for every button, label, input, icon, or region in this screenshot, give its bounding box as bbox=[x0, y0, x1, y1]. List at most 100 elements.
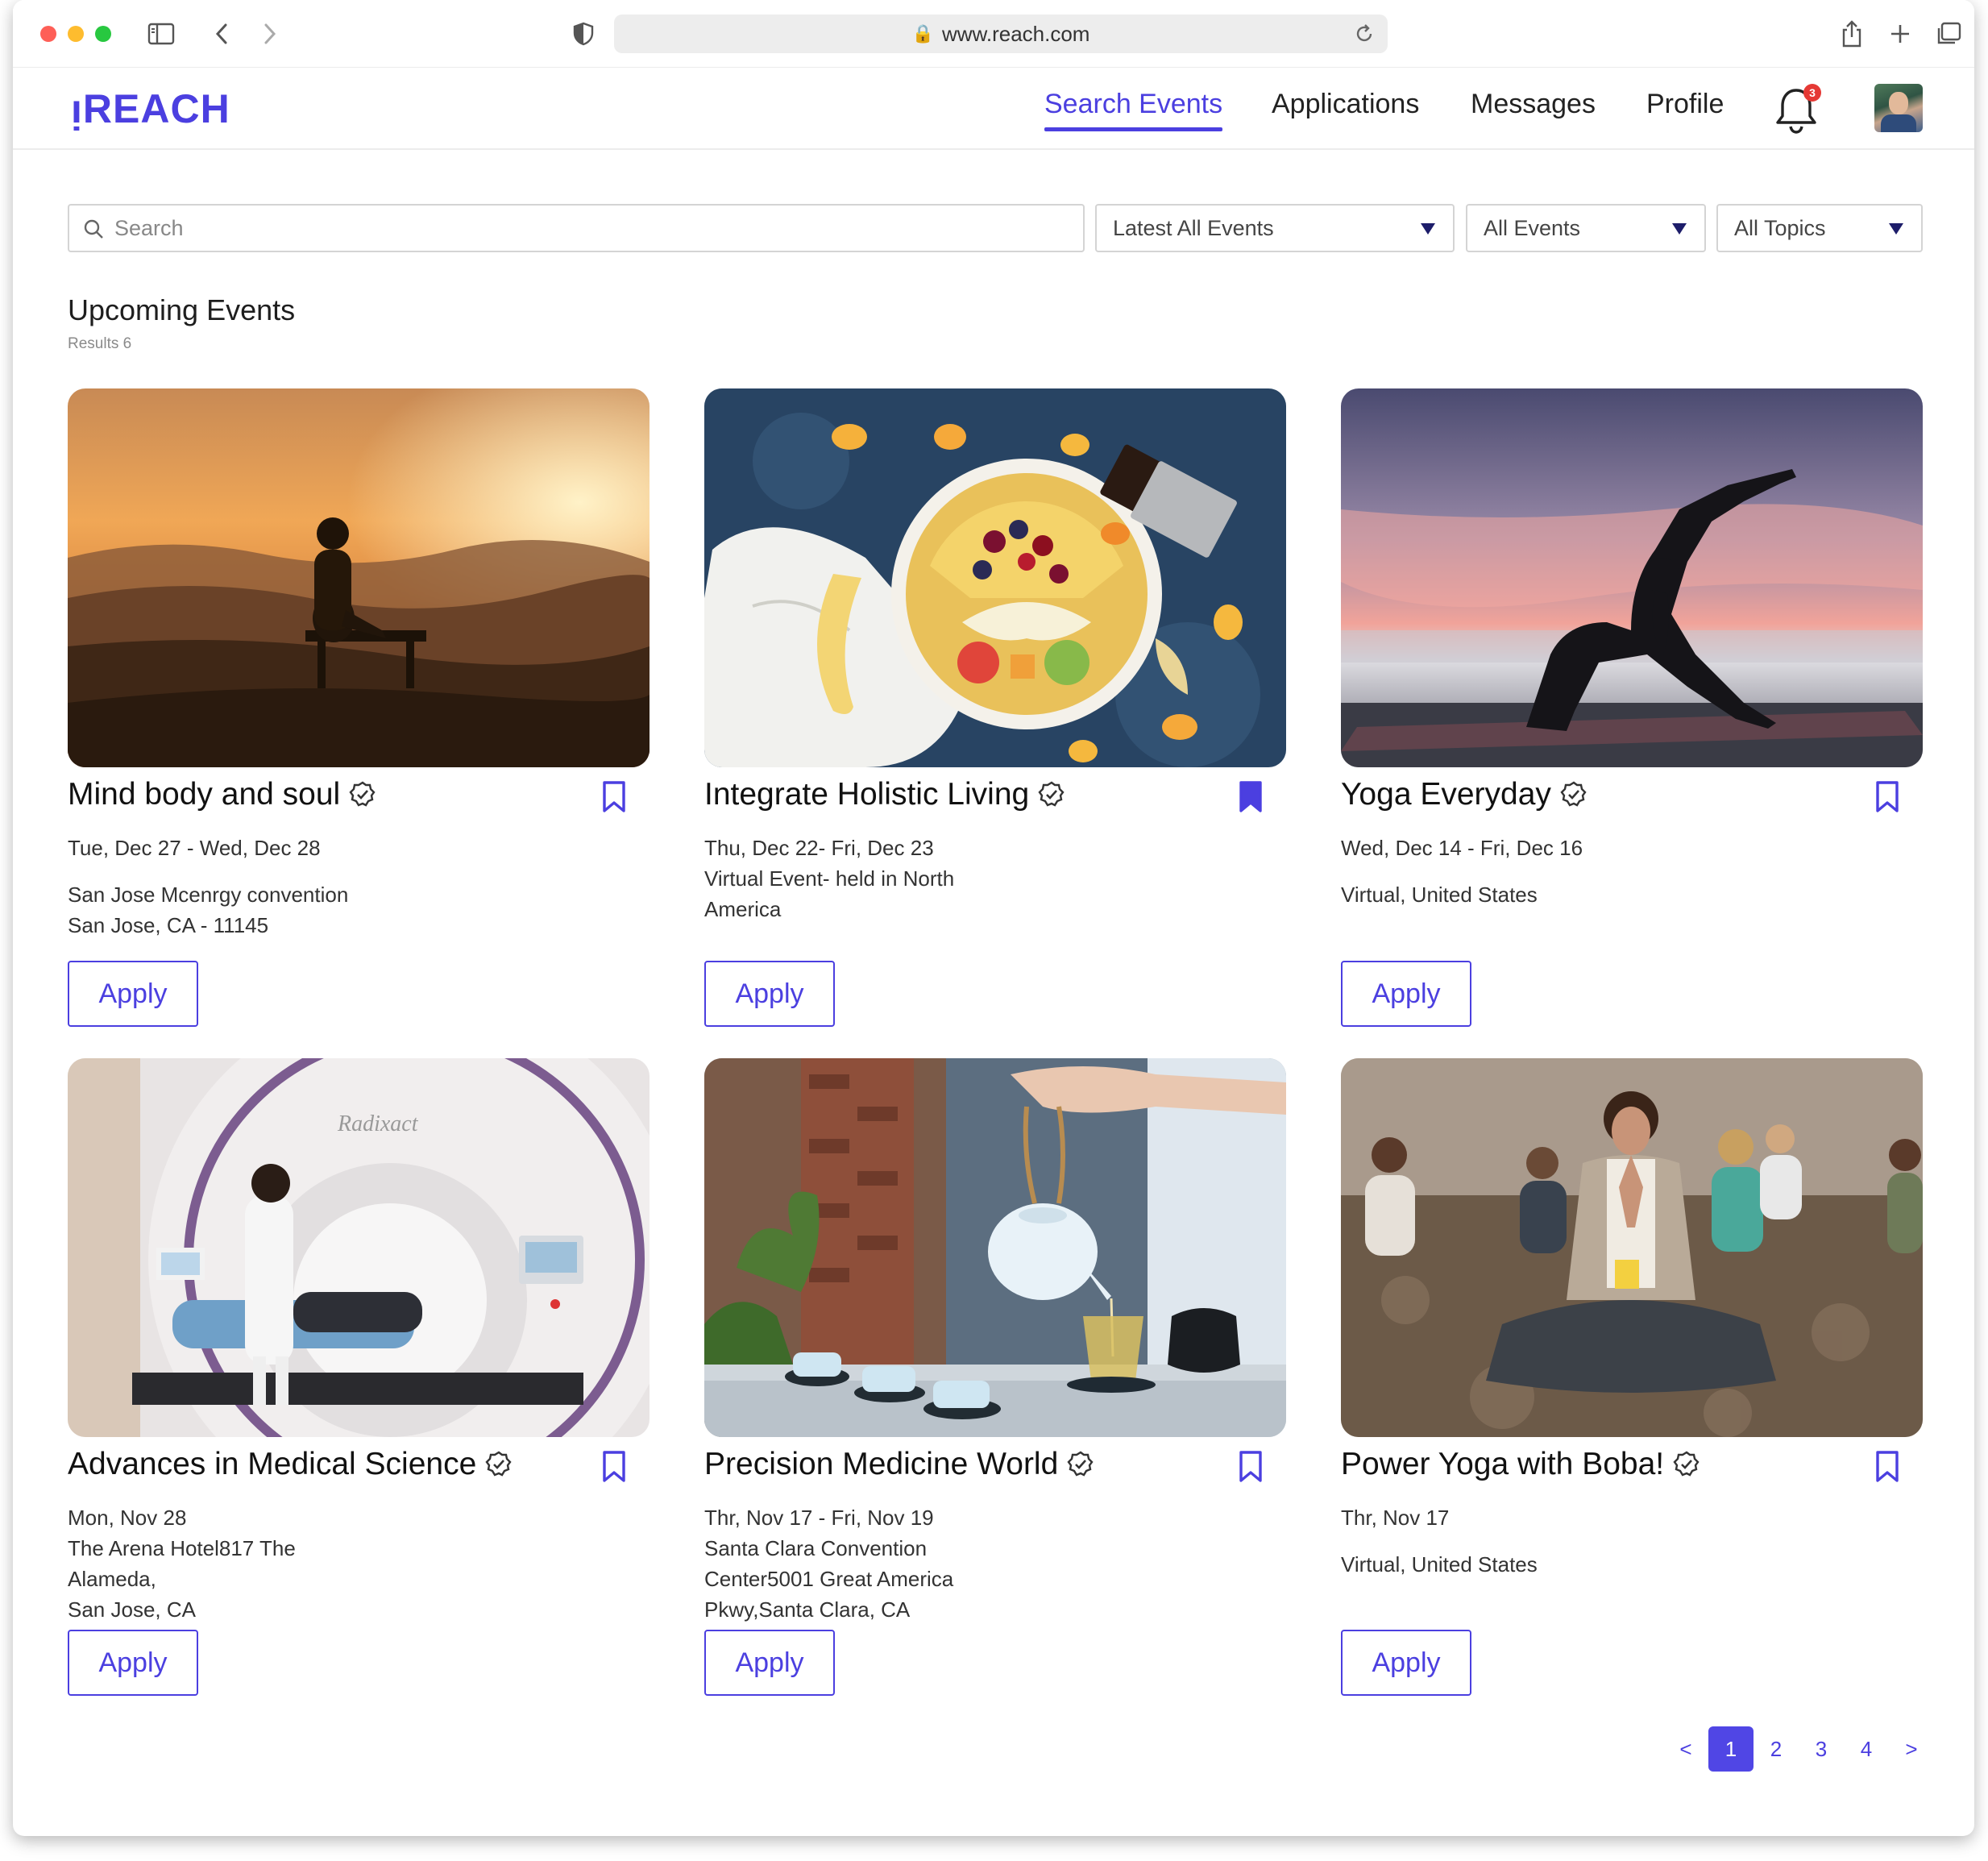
event-type-select[interactable]: All Events bbox=[1466, 204, 1706, 252]
event-dates: Tue, Dec 27 - Wed, Dec 28 bbox=[68, 836, 321, 860]
event-card: Yoga Everyday Wed, Dec 14 - Fri, Dec 16 … bbox=[1341, 388, 1923, 1049]
notification-badge: 3 bbox=[1803, 84, 1821, 102]
chevron-down-icon bbox=[1672, 223, 1687, 235]
event-title-text: Precision Medicine World bbox=[704, 1447, 1059, 1481]
event-title[interactable]: Mind body and soul bbox=[68, 777, 377, 812]
event-image-medical-scanner[interactable]: Radixact bbox=[68, 1058, 650, 1437]
apply-button[interactable]: Apply bbox=[1341, 1630, 1471, 1696]
browser-window: 🔒 www.reach.com ᴉREACH Search Events App… bbox=[13, 0, 1974, 1836]
event-image-group-meditation[interactable] bbox=[1341, 1058, 1923, 1437]
search-input[interactable]: Search bbox=[68, 204, 1085, 252]
event-title[interactable]: Precision Medicine World bbox=[704, 1447, 1095, 1482]
event-location-line: Center5001 Great America bbox=[704, 1567, 954, 1591]
bookmark-icon[interactable] bbox=[601, 780, 627, 814]
event-title[interactable]: Integrate Holistic Living bbox=[704, 777, 1066, 812]
event-location-line: Virtual, United States bbox=[1341, 1552, 1538, 1576]
event-location-line: The Arena Hotel817 The bbox=[68, 1536, 296, 1560]
apply-button[interactable]: Apply bbox=[704, 961, 835, 1027]
event-card: Precision Medicine World Thr, Nov 17 - F… bbox=[704, 1058, 1286, 1719]
forward-arrow-icon[interactable] bbox=[258, 18, 282, 50]
section-title: Upcoming Events bbox=[68, 293, 296, 326]
bookmark-icon[interactable] bbox=[1874, 1450, 1900, 1484]
event-dates: Wed, Dec 14 - Fri, Dec 16 bbox=[1341, 836, 1583, 860]
event-title[interactable]: Power Yoga with Boba! bbox=[1341, 1447, 1701, 1482]
event-location-line: San Jose Mcenrgy convention bbox=[68, 883, 349, 907]
event-location-line: Pkwy,Santa Clara, CA bbox=[704, 1597, 911, 1622]
apply-button[interactable]: Apply bbox=[68, 961, 198, 1027]
event-title-text: Integrate Holistic Living bbox=[704, 777, 1030, 812]
event-location-line: Virtual Event- held in North bbox=[704, 866, 955, 891]
event-card: Integrate Holistic Living Thu, Dec 22- F… bbox=[704, 388, 1286, 1049]
chevron-down-icon bbox=[1889, 223, 1903, 235]
pagination-page-2[interactable]: 2 bbox=[1754, 1726, 1799, 1772]
event-image-fruit-bowl[interactable] bbox=[704, 388, 1286, 767]
event-location-line: San Jose, CA bbox=[68, 1597, 196, 1622]
topic-select[interactable]: All Topics bbox=[1716, 204, 1923, 252]
results-count: Results 6 bbox=[68, 335, 132, 352]
event-location-line: Virtual, United States bbox=[1341, 883, 1538, 907]
event-location-line: America bbox=[704, 897, 782, 921]
verified-badge-icon bbox=[1560, 781, 1587, 807]
apply-button[interactable]: Apply bbox=[1341, 961, 1471, 1027]
event-title-text: Advances in Medical Science bbox=[68, 1447, 477, 1481]
privacy-shield-icon[interactable] bbox=[569, 18, 598, 50]
event-dates: Thr, Nov 17 - Fri, Nov 19 bbox=[704, 1506, 934, 1530]
topic-select-value: All Topics bbox=[1734, 215, 1826, 240]
nav-search-events[interactable]: Search Events bbox=[1044, 89, 1223, 131]
browser-toolbar: 🔒 www.reach.com bbox=[13, 0, 1974, 68]
sidebar-toggle-icon[interactable] bbox=[145, 18, 177, 50]
event-image-yoga-silhouette[interactable] bbox=[1341, 388, 1923, 767]
share-icon[interactable] bbox=[1837, 18, 1866, 50]
event-location-line: San Jose, CA - 11145 bbox=[68, 913, 269, 937]
new-tab-icon[interactable] bbox=[1886, 18, 1915, 50]
event-image-tea-pouring[interactable] bbox=[704, 1058, 1286, 1437]
app-header: ᴉREACH Search Events Applications Messag… bbox=[13, 68, 1974, 150]
event-image-sunset-meditation[interactable] bbox=[68, 388, 650, 767]
nav-applications[interactable]: Applications bbox=[1272, 89, 1419, 120]
back-arrow-icon[interactable] bbox=[210, 18, 234, 50]
bookmark-filled-icon[interactable] bbox=[1238, 780, 1264, 814]
verified-badge-icon bbox=[1038, 781, 1065, 807]
sort-select-value: Latest All Events bbox=[1113, 215, 1274, 240]
tab-overview-icon[interactable] bbox=[1934, 18, 1963, 50]
pagination-page-4[interactable]: 4 bbox=[1844, 1726, 1889, 1772]
sort-select[interactable]: Latest All Events bbox=[1095, 204, 1455, 252]
event-dates: Thr, Nov 17 bbox=[1341, 1506, 1450, 1530]
event-title[interactable]: Advances in Medical Science bbox=[68, 1447, 513, 1482]
bookmark-icon[interactable] bbox=[1874, 780, 1900, 814]
url-text: www.reach.com bbox=[941, 21, 1090, 46]
pagination-page-3[interactable]: 3 bbox=[1799, 1726, 1844, 1772]
nav-profile[interactable]: Profile bbox=[1646, 89, 1724, 120]
event-dates: Mon, Nov 28 bbox=[68, 1506, 187, 1530]
event-card: Power Yoga with Boba! Thr, Nov 17 Virtua… bbox=[1341, 1058, 1923, 1719]
reload-icon[interactable] bbox=[1354, 23, 1375, 51]
apply-button[interactable]: Apply bbox=[68, 1630, 198, 1696]
verified-badge-icon bbox=[485, 1451, 512, 1477]
verified-badge-icon bbox=[349, 781, 376, 807]
chevron-down-icon bbox=[1421, 223, 1435, 235]
apply-button[interactable]: Apply bbox=[704, 1630, 835, 1696]
reach-logo[interactable]: ᴉREACH bbox=[71, 85, 230, 132]
event-title-text: Power Yoga with Boba! bbox=[1341, 1447, 1665, 1481]
pagination-page-1[interactable]: 1 bbox=[1708, 1726, 1754, 1772]
pagination-next[interactable]: > bbox=[1889, 1726, 1934, 1772]
user-avatar[interactable] bbox=[1874, 84, 1923, 132]
event-location-line: Santa Clara Convention bbox=[704, 1536, 928, 1560]
address-bar[interactable]: 🔒 www.reach.com bbox=[614, 15, 1388, 53]
nav-messages[interactable]: Messages bbox=[1471, 89, 1596, 120]
scanner-brand-text: Radixact bbox=[337, 1111, 419, 1136]
event-title-text: Mind body and soul bbox=[68, 777, 341, 812]
event-dates: Thu, Dec 22- Fri, Dec 23 bbox=[704, 836, 934, 860]
event-location-line: Alameda, bbox=[68, 1567, 156, 1591]
minimize-window-button[interactable] bbox=[68, 26, 84, 42]
bookmark-icon[interactable] bbox=[601, 1450, 627, 1484]
close-window-button[interactable] bbox=[40, 26, 56, 42]
maximize-window-button[interactable] bbox=[95, 26, 111, 42]
pagination-prev[interactable]: < bbox=[1663, 1726, 1708, 1772]
verified-badge-icon bbox=[1067, 1451, 1094, 1477]
search-icon bbox=[82, 218, 105, 246]
bookmark-icon[interactable] bbox=[1238, 1450, 1264, 1484]
search-placeholder: Search bbox=[114, 215, 184, 240]
verified-badge-icon bbox=[1673, 1451, 1700, 1477]
event-title[interactable]: Yoga Everyday bbox=[1341, 777, 1588, 812]
